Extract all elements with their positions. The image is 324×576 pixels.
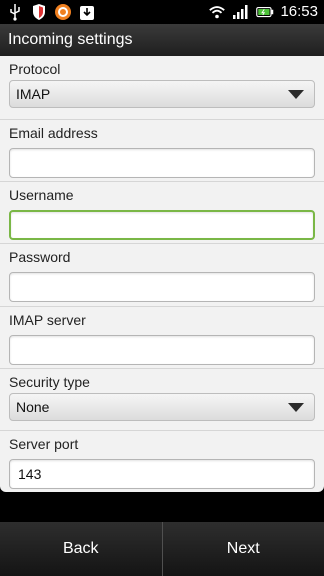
imap-server-label: IMAP server bbox=[9, 312, 86, 328]
signal-icon bbox=[232, 3, 250, 21]
password-input[interactable] bbox=[9, 272, 315, 302]
protocol-value: IMAP bbox=[16, 86, 51, 102]
shield-icon bbox=[30, 3, 48, 21]
server-port-label: Server port bbox=[9, 436, 79, 452]
battery-icon bbox=[256, 3, 274, 21]
imap-server-field: IMAP server bbox=[0, 306, 324, 368]
security-type-label: Security type bbox=[9, 374, 90, 390]
protocol-field: Protocol IMAP bbox=[0, 56, 324, 119]
security-type-value: None bbox=[16, 399, 50, 415]
imap-server-input[interactable] bbox=[9, 335, 315, 365]
username-label: Username bbox=[9, 187, 74, 203]
chevron-down-icon bbox=[288, 403, 304, 412]
back-button[interactable]: Back bbox=[0, 522, 162, 576]
status-time: 16:53 bbox=[280, 3, 318, 20]
server-port-input[interactable]: 143 bbox=[9, 459, 315, 489]
security-type-field: Security type None bbox=[0, 368, 324, 430]
status-bar: 16:53 bbox=[0, 0, 324, 24]
chevron-down-icon bbox=[288, 90, 304, 99]
settings-form: Protocol IMAP Email address Username Pas… bbox=[0, 56, 324, 492]
protocol-label: Protocol bbox=[9, 61, 61, 77]
email-label: Email address bbox=[9, 125, 98, 141]
username-input[interactable] bbox=[9, 210, 315, 240]
server-port-field: Server port 143 bbox=[0, 430, 324, 492]
avast-icon bbox=[54, 3, 72, 21]
password-label: Password bbox=[9, 249, 71, 265]
username-field: Username bbox=[0, 181, 324, 243]
password-field: Password bbox=[0, 243, 324, 306]
download-icon bbox=[78, 3, 96, 21]
protocol-dropdown[interactable]: IMAP bbox=[9, 80, 315, 108]
next-button[interactable]: Next bbox=[163, 522, 324, 576]
usb-icon bbox=[6, 3, 24, 21]
email-field: Email address bbox=[0, 119, 324, 181]
security-type-dropdown[interactable]: None bbox=[9, 393, 315, 421]
bottom-action-bar: Back Next bbox=[0, 522, 324, 576]
wifi-icon bbox=[208, 3, 226, 21]
email-input[interactable] bbox=[9, 148, 315, 178]
page-title: Incoming settings bbox=[0, 24, 324, 56]
